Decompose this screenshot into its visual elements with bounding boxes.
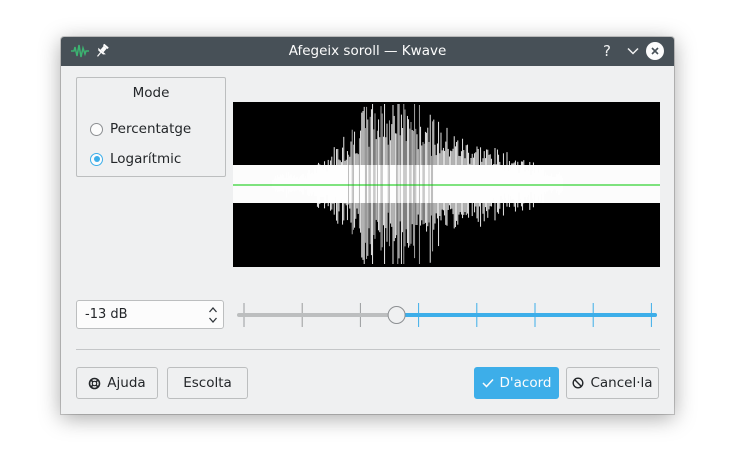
mode-group-title: Mode xyxy=(132,85,170,101)
radio-indicator[interactable] xyxy=(90,122,103,136)
spinbox-value[interactable]: -13 dB xyxy=(85,307,128,322)
title-bar[interactable]: Afegeix soroll — Kwave ? xyxy=(61,37,674,66)
radio-percentage[interactable]: Percentatge xyxy=(90,119,191,139)
radio-label-logarithmic: Logarítmic xyxy=(110,151,182,167)
cancel-button[interactable]: Cancel·la xyxy=(566,367,659,399)
checkmark-icon xyxy=(481,378,494,388)
minimize-button[interactable] xyxy=(623,41,643,61)
separator xyxy=(76,349,660,350)
ok-button-label: D'acord xyxy=(499,375,552,391)
cancel-icon xyxy=(572,377,584,389)
chevron-down-icon xyxy=(627,47,639,55)
help-button[interactable]: ? xyxy=(597,41,617,61)
close-icon xyxy=(651,47,659,55)
help-dialog-button[interactable]: Ajuda xyxy=(76,367,158,399)
help-button-label: Ajuda xyxy=(107,375,146,391)
noise-level-spinbox[interactable]: -13 dB xyxy=(76,300,224,329)
radio-indicator[interactable] xyxy=(90,152,103,166)
slider-fill xyxy=(396,313,657,317)
slider-handle[interactable] xyxy=(387,306,406,324)
lifebuoy-icon xyxy=(88,377,101,390)
cancel-button-label: Cancel·la xyxy=(590,375,653,391)
listen-button-label: Escolta xyxy=(183,375,232,391)
mode-groupbox: Mode Percentatge Logarítmic xyxy=(76,77,226,177)
radio-logarithmic[interactable]: Logarítmic xyxy=(90,149,181,169)
close-button[interactable] xyxy=(646,42,664,60)
radio-label-percentage: Percentatge xyxy=(110,121,192,137)
waveform-preview xyxy=(233,102,660,267)
spin-arrows-icon[interactable] xyxy=(208,305,218,325)
noise-level-slider[interactable] xyxy=(235,299,659,329)
ok-button[interactable]: D'acord xyxy=(474,367,559,399)
window-title: Afegeix soroll — Kwave xyxy=(288,43,447,59)
dialog-window: Afegeix soroll — Kwave ? Mode Percentatg… xyxy=(61,37,674,414)
listen-button[interactable]: Escolta xyxy=(167,367,248,399)
